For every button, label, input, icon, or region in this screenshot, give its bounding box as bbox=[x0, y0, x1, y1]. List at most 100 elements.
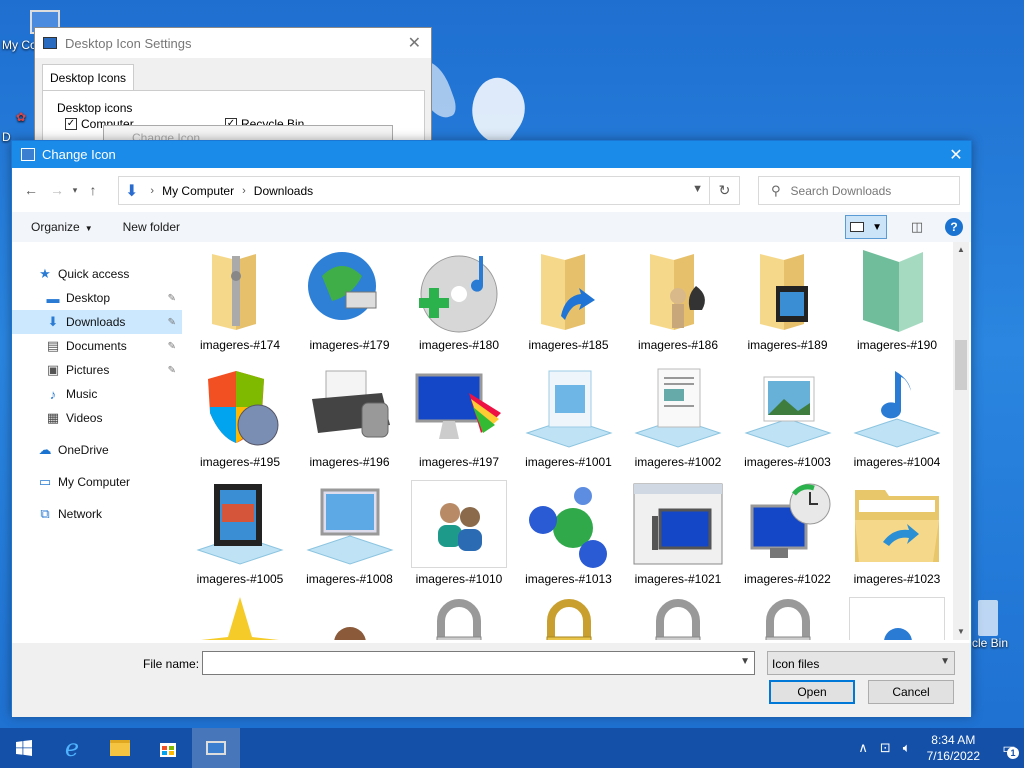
music-stand-icon bbox=[849, 363, 945, 451]
text-document-stand-icon bbox=[630, 363, 726, 451]
file-item[interactable]: imageres-#1023 bbox=[845, 476, 949, 588]
nav-item-label: OneDrive bbox=[58, 443, 109, 457]
address-bar[interactable]: ⬇ › My Computer › Downloads ▼ ↻ bbox=[118, 176, 740, 205]
file-item[interactable]: imageres-#1005 bbox=[188, 476, 292, 588]
zip-folder-icon bbox=[192, 246, 288, 334]
address-dropdown-icon[interactable]: ▼ bbox=[692, 183, 703, 195]
file-item[interactable]: imageres-#1003 bbox=[736, 359, 840, 471]
nav-item-label: My Computer bbox=[58, 475, 131, 489]
pin-icon[interactable]: ✎ bbox=[168, 317, 176, 328]
nav-item-desktop[interactable]: ▬ Desktop ✎ bbox=[12, 286, 182, 310]
nav-item-my-computer[interactable]: ▭ My Computer bbox=[12, 470, 182, 494]
store-button[interactable] bbox=[144, 728, 192, 768]
file-item[interactable]: imageres-#1021 bbox=[626, 476, 730, 588]
preview-pane-icon: ◫ bbox=[910, 219, 924, 234]
change-icon-task-button[interactable] bbox=[192, 728, 240, 768]
nav-item-music[interactable]: ♪ Music bbox=[12, 382, 182, 406]
scroll-thumb[interactable] bbox=[955, 340, 967, 390]
desktop-icons-group-label: Desktop icons bbox=[57, 101, 133, 115]
file-item[interactable]: imageres-#1004 bbox=[845, 359, 949, 471]
window-monitor-icon bbox=[630, 480, 726, 568]
open-folder-icon bbox=[849, 480, 945, 568]
help-button[interactable]: ? bbox=[945, 218, 963, 236]
preview-pane-button[interactable]: ◫ bbox=[905, 215, 929, 239]
pin-icon[interactable]: ✎ bbox=[168, 341, 176, 352]
nav-item-downloads[interactable]: ⬇ Downloads ✎ bbox=[12, 310, 182, 334]
file-explorer-button[interactable] bbox=[96, 728, 144, 768]
file-item[interactable]: imageres-#1008 bbox=[298, 476, 402, 588]
file-item[interactable] bbox=[298, 593, 402, 640]
file-item[interactable]: imageres-#190 bbox=[845, 242, 949, 354]
file-item[interactable]: imageres-#179 bbox=[298, 242, 402, 354]
network-status-icon[interactable]: ⊡ bbox=[880, 740, 891, 756]
open-button[interactable]: Open bbox=[769, 680, 855, 704]
file-item[interactable] bbox=[188, 593, 292, 640]
file-item[interactable]: imageres-#180 bbox=[407, 242, 511, 354]
close-button[interactable]: ✕ bbox=[941, 145, 971, 165]
breadcrumb-downloads[interactable]: Downloads bbox=[254, 184, 313, 198]
internet-explorer-button[interactable]: e bbox=[48, 728, 96, 768]
change-view-button[interactable]: ▼ bbox=[845, 215, 887, 239]
file-item-label: imageres-#1005 bbox=[196, 572, 284, 586]
show-hidden-icons-icon[interactable]: ∧ bbox=[858, 740, 868, 756]
file-item[interactable]: imageres-#174 bbox=[188, 242, 292, 354]
file-item[interactable] bbox=[736, 593, 840, 640]
desktop-icon-recycle-bin[interactable]: cle Bin bbox=[972, 600, 1008, 650]
nav-item-quick-access[interactable]: ★ Quick access bbox=[12, 262, 182, 286]
notification-badge: 1 bbox=[1007, 747, 1019, 759]
recent-locations-button[interactable]: ▾ bbox=[68, 185, 82, 196]
file-item[interactable] bbox=[845, 593, 949, 640]
scroll-up-icon[interactable]: ▲ bbox=[953, 242, 969, 258]
file-item[interactable]: imageres-#195 bbox=[188, 359, 292, 471]
organize-button[interactable]: Organize ▼ bbox=[31, 220, 93, 234]
nav-item-onedrive[interactable]: ☁ OneDrive bbox=[12, 438, 182, 462]
pin-icon[interactable]: ✎ bbox=[168, 293, 176, 304]
file-item[interactable]: imageres-#196 bbox=[298, 359, 402, 471]
file-item[interactable] bbox=[626, 593, 730, 640]
chevron-down-icon[interactable]: ▼ bbox=[740, 656, 750, 667]
nav-item-network[interactable]: ⧉ Network bbox=[12, 502, 182, 526]
file-item[interactable]: imageres-#1013 bbox=[517, 476, 621, 588]
start-button[interactable] bbox=[0, 728, 48, 768]
breadcrumb-my-computer[interactable]: My Computer bbox=[162, 184, 234, 198]
search-input[interactable]: ⚲ Search Downloads bbox=[758, 176, 960, 205]
action-center-button[interactable]: ▭ 1 bbox=[994, 728, 1024, 768]
file-item[interactable]: imageres-#1002 bbox=[626, 359, 730, 471]
file-item[interactable]: imageres-#185 bbox=[517, 242, 621, 354]
nav-item-label: Downloads bbox=[66, 315, 126, 329]
close-icon[interactable]: ✕ bbox=[408, 33, 421, 53]
file-item[interactable]: imageres-#1001 bbox=[517, 359, 621, 471]
refresh-button[interactable]: ↻ bbox=[709, 177, 739, 204]
file-item[interactable] bbox=[407, 593, 511, 640]
picture-icon: ▣ bbox=[46, 362, 60, 377]
file-item[interactable]: imageres-#1010 bbox=[407, 476, 511, 588]
thumbnail-view-icon bbox=[850, 222, 864, 232]
cancel-button[interactable]: Cancel bbox=[868, 680, 954, 704]
search-icon: ⚲ bbox=[771, 182, 781, 198]
file-selection-footer: File name: ▼ Icon files ▼ Open Cancel bbox=[12, 643, 971, 717]
new-folder-button[interactable]: New folder bbox=[123, 220, 180, 234]
file-item[interactable] bbox=[517, 593, 621, 640]
scroll-down-icon[interactable]: ▼ bbox=[953, 624, 969, 640]
nav-item-pictures[interactable]: ▣ Pictures ✎ bbox=[12, 358, 182, 382]
pin-icon[interactable]: ✎ bbox=[168, 365, 176, 376]
file-item[interactable]: imageres-#197 bbox=[407, 359, 511, 471]
file-type-select[interactable]: Icon files ▼ bbox=[767, 651, 955, 675]
volume-icon[interactable]: 🔈︎ bbox=[903, 740, 911, 756]
file-item-label: imageres-#179 bbox=[309, 338, 390, 352]
file-item[interactable]: imageres-#186 bbox=[626, 242, 730, 354]
nav-item-videos[interactable]: ▦ Videos bbox=[12, 406, 182, 430]
file-name-input[interactable]: ▼ bbox=[202, 651, 755, 675]
forward-button[interactable]: → bbox=[46, 182, 68, 198]
nav-item-documents[interactable]: ▤ Documents ✎ bbox=[12, 334, 182, 358]
back-button[interactable]: ← bbox=[20, 182, 42, 198]
file-item[interactable]: imageres-#1022 bbox=[736, 476, 840, 588]
desktop-icon: ▬ bbox=[46, 290, 60, 306]
taskbar: e ∧ ⊡ 🔈︎ 8:34 AM 7/16/2022 ▭ 1 bbox=[0, 728, 1024, 768]
clock[interactable]: 8:34 AM 7/16/2022 bbox=[927, 732, 980, 764]
up-button[interactable]: ↑ bbox=[82, 182, 104, 198]
tab-desktop-icons[interactable]: Desktop Icons bbox=[42, 64, 135, 91]
vertical-scrollbar[interactable]: ▲ ▼ bbox=[953, 242, 969, 640]
file-item[interactable]: imageres-#189 bbox=[736, 242, 840, 354]
desktop-icon-partial[interactable]: ✿ D bbox=[2, 110, 36, 144]
